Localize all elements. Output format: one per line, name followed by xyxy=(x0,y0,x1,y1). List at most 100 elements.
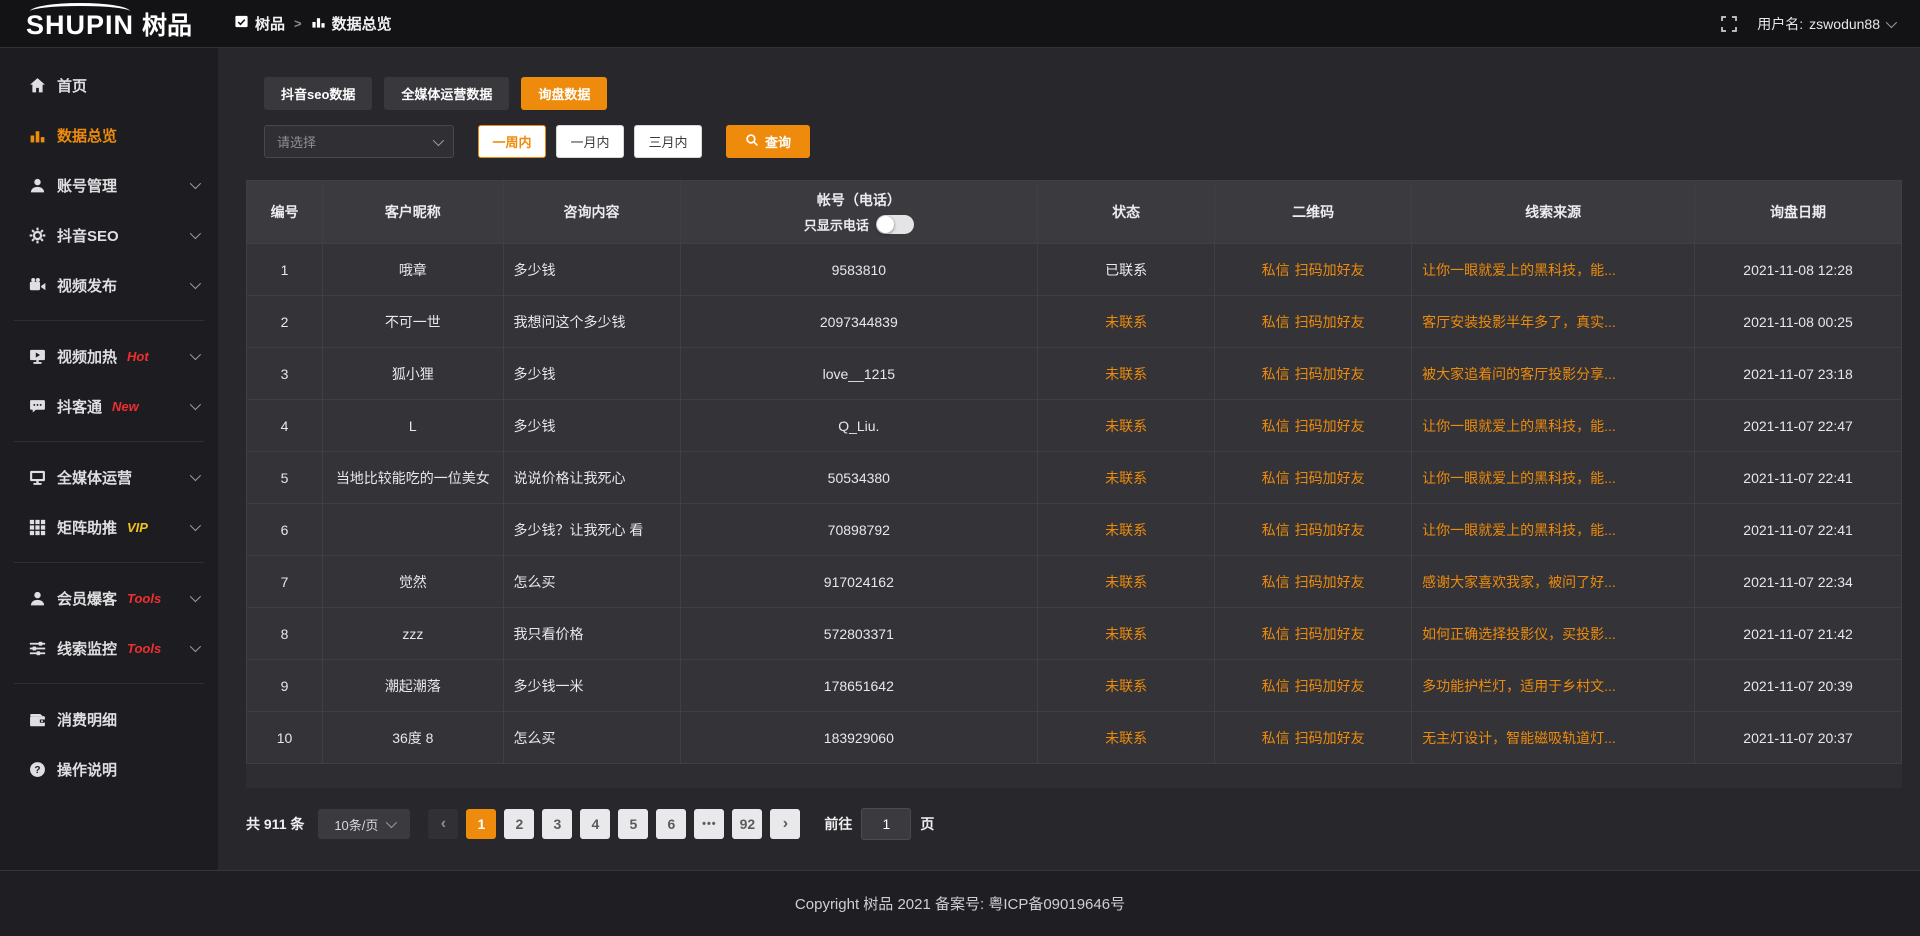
sidebar-item-matrix-boost[interactable]: 矩阵助推 VIP xyxy=(0,502,218,552)
source-link[interactable]: 多功能护栏灯，适用于乡村文... xyxy=(1422,678,1616,694)
page-size-select[interactable]: 10条/页 xyxy=(318,809,410,839)
cell-date: 2021-11-07 22:34 xyxy=(1695,556,1902,608)
private-message-link[interactable]: 私信 xyxy=(1262,626,1290,642)
username-label: 用户名: xyxy=(1757,14,1803,34)
tab-omnimedia-data[interactable]: 全媒体运营数据 xyxy=(384,77,509,110)
sidebar-item-video-publish[interactable]: 视频发布 xyxy=(0,260,218,310)
scan-add-friend-link[interactable]: 扫码加好友 xyxy=(1295,574,1365,590)
cell-number: 10 xyxy=(247,712,323,764)
source-link[interactable]: 如何正确选择投影仪，买投影... xyxy=(1422,626,1616,642)
source-link[interactable]: 让你一眼就爱上的黑科技，能... xyxy=(1422,470,1616,486)
search-button[interactable]: 查询 xyxy=(726,125,810,158)
sidebar-item-omnimedia-operation[interactable]: 全媒体运营 xyxy=(0,452,218,502)
page-button-3[interactable]: 3 xyxy=(542,809,572,839)
user-menu[interactable]: 用户名: zswodun88 xyxy=(1757,14,1894,34)
page-button-1[interactable]: 1 xyxy=(466,809,496,839)
account-header-label: 帐号（电话） xyxy=(817,190,901,210)
bar-chart-icon xyxy=(311,14,326,34)
cell-inquiry: 我想问这个多少钱 xyxy=(503,296,680,348)
breadcrumb-home-label: 树品 xyxy=(255,13,285,34)
col-header-nickname: 客户昵称 xyxy=(323,181,503,244)
source-link[interactable]: 客厅安装投影半年多了，真实... xyxy=(1422,314,1616,330)
page-button-4[interactable]: 4 xyxy=(580,809,610,839)
fullscreen-icon[interactable] xyxy=(1721,16,1737,32)
page-button-92[interactable]: 92 xyxy=(732,809,762,839)
private-message-link[interactable]: 私信 xyxy=(1262,522,1290,538)
scan-add-friend-link[interactable]: 扫码加好友 xyxy=(1295,470,1365,486)
cell-qrcode: 私信扫码加好友 xyxy=(1215,712,1412,764)
more-pages-button[interactable]: ••• xyxy=(694,809,724,839)
private-message-link[interactable]: 私信 xyxy=(1262,314,1290,330)
cell-account: love__1215 xyxy=(680,348,1037,400)
source-link[interactable]: 让你一眼就爱上的黑科技，能... xyxy=(1422,262,1616,278)
scan-add-friend-link[interactable]: 扫码加好友 xyxy=(1295,678,1365,694)
sidebar-item-data-overview[interactable]: 数据总览 xyxy=(0,110,218,160)
cell-number: 7 xyxy=(247,556,323,608)
status-badge: 未联系 xyxy=(1038,504,1215,556)
pagination-bar: 共 911 条 10条/页 ‹ 1 2 3 4 5 6 ••• 92 › 前往 … xyxy=(246,808,1902,840)
table-row: 8 zzz 我只看价格 572803371 未联系 私信扫码加好友 如何正确选择… xyxy=(247,608,1902,660)
next-page-button[interactable]: › xyxy=(770,809,800,839)
scan-add-friend-link[interactable]: 扫码加好友 xyxy=(1295,522,1365,538)
private-message-link[interactable]: 私信 xyxy=(1262,418,1290,434)
source-link[interactable]: 让你一眼就爱上的黑科技，能... xyxy=(1422,418,1616,434)
cell-nickname xyxy=(323,504,503,556)
source-link[interactable]: 被大家追着问的客厅投影分享... xyxy=(1422,366,1616,382)
scan-add-friend-link[interactable]: 扫码加好友 xyxy=(1295,626,1365,642)
private-message-link[interactable]: 私信 xyxy=(1262,366,1290,382)
user-icon xyxy=(28,589,46,607)
scan-add-friend-link[interactable]: 扫码加好友 xyxy=(1295,418,1365,434)
account-select[interactable]: 请选择 xyxy=(264,125,454,158)
breadcrumb-home[interactable]: 树品 xyxy=(234,13,285,34)
breadcrumb-current[interactable]: 数据总览 xyxy=(311,13,392,34)
tab-inquiry-data[interactable]: 询盘数据 xyxy=(521,77,607,110)
sidebar-item-label: 矩阵助推 xyxy=(57,517,117,538)
scan-add-friend-link[interactable]: 扫码加好友 xyxy=(1295,314,1365,330)
status-badge: 未联系 xyxy=(1038,452,1215,504)
screen-play-icon xyxy=(28,347,46,365)
cell-source: 无主灯设计，智能磁吸轨道灯... xyxy=(1412,712,1695,764)
scan-add-friend-link[interactable]: 扫码加好友 xyxy=(1295,262,1365,278)
tab-douyin-seo-data[interactable]: 抖音seo数据 xyxy=(264,77,372,110)
scan-add-friend-link[interactable]: 扫码加好友 xyxy=(1295,730,1365,746)
video-camera-icon xyxy=(28,276,46,294)
page-button-5[interactable]: 5 xyxy=(618,809,648,839)
private-message-link[interactable]: 私信 xyxy=(1262,730,1290,746)
cell-qrcode: 私信扫码加好友 xyxy=(1215,296,1412,348)
private-message-link[interactable]: 私信 xyxy=(1262,678,1290,694)
range-three-month-button[interactable]: 三月内 xyxy=(634,125,702,158)
cell-number: 9 xyxy=(247,660,323,712)
private-message-link[interactable]: 私信 xyxy=(1262,470,1290,486)
app-root: SHUPIN 树品 树品 > 数据总览 用户名: zswodun88 xyxy=(0,0,1920,936)
sidebar-item-consumption-detail[interactable]: 消费明细 xyxy=(0,694,218,744)
sidebar-item-account-management[interactable]: 账号管理 xyxy=(0,160,218,210)
sidebar-item-member-baoke[interactable]: 会员爆客 Tools xyxy=(0,573,218,623)
goto-label: 前往 xyxy=(824,814,852,834)
status-badge: 未联系 xyxy=(1038,608,1215,660)
toggle-knob xyxy=(877,216,894,233)
private-message-link[interactable]: 私信 xyxy=(1262,574,1290,590)
sidebar-item-home[interactable]: 首页 xyxy=(0,60,218,110)
range-one-month-button[interactable]: 一月内 xyxy=(556,125,624,158)
goto-page-input[interactable] xyxy=(861,808,911,840)
page-button-6[interactable]: 6 xyxy=(656,809,686,839)
table-row: 6 多少钱？让我死心 看 70898792 未联系 私信扫码加好友 让你一眼就爱… xyxy=(247,504,1902,556)
table-row: 1 哦章 多少钱 9583810 已联系 私信扫码加好友 让你一眼就爱上的黑科技… xyxy=(247,244,1902,296)
scan-add-friend-link[interactable]: 扫码加好友 xyxy=(1295,366,1365,382)
cell-nickname: 潮起潮落 xyxy=(323,660,503,712)
source-link[interactable]: 让你一眼就爱上的黑科技，能... xyxy=(1422,522,1616,538)
sidebar-item-operation-guide[interactable]: ? 操作说明 xyxy=(0,744,218,794)
source-link[interactable]: 感谢大家喜欢我家，被问了好... xyxy=(1422,574,1616,590)
sidebar-item-douyin-seo[interactable]: 抖音SEO xyxy=(0,210,218,260)
private-message-link[interactable]: 私信 xyxy=(1262,262,1290,278)
sidebar-item-douketong[interactable]: 抖客通 New xyxy=(0,381,218,431)
sidebar-item-video-heating[interactable]: 视频加热 Hot xyxy=(0,331,218,381)
page-button-2[interactable]: 2 xyxy=(504,809,534,839)
prev-page-button[interactable]: ‹ xyxy=(428,809,458,839)
source-link[interactable]: 无主灯设计，智能磁吸轨道灯... xyxy=(1422,730,1616,746)
range-one-week-button[interactable]: 一周内 xyxy=(478,125,546,158)
search-icon xyxy=(745,133,759,150)
brand-logo-text-en: SHUPIN xyxy=(26,12,134,39)
sidebar-item-clue-monitor[interactable]: 线索监控 Tools xyxy=(0,623,218,673)
phone-only-toggle[interactable] xyxy=(876,215,914,234)
